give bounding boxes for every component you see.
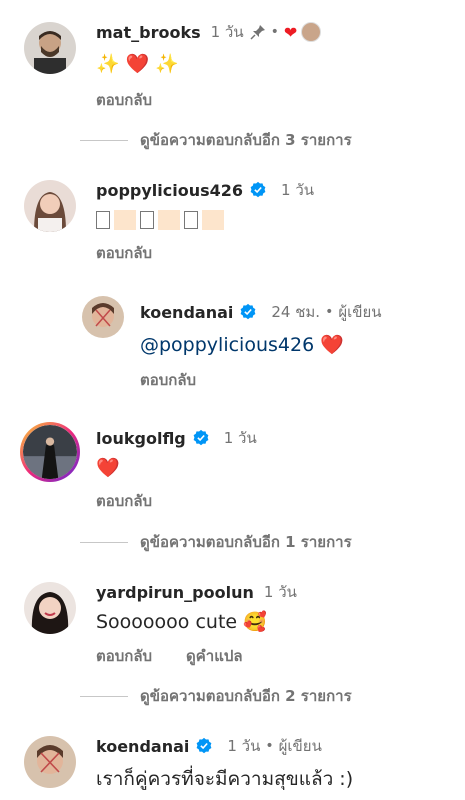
timestamp: 1 วัน: [227, 737, 261, 755]
heart-icon: ❤: [283, 22, 298, 42]
pin-icon: [250, 25, 265, 40]
comment-meta: koendanai 1 วัน • ผู้เขียน: [96, 734, 322, 758]
timestamp: 1 วัน: [210, 23, 244, 41]
verified-badge-icon: [250, 181, 266, 198]
unrendered-glyph: [140, 210, 154, 229]
verified-badge-icon: [196, 737, 212, 754]
creator-avatar-icon: [301, 22, 322, 42]
author-label: ผู้เขียน: [338, 303, 382, 321]
comment-meta: mat_brooks 1 วัน • ❤: [96, 20, 322, 44]
comment-text: @poppylicious426 ❤️: [140, 333, 344, 356]
separator-dot: •: [270, 24, 279, 40]
heart-icon: ❤️: [320, 334, 344, 356]
avatar[interactable]: [24, 582, 76, 634]
reply-button[interactable]: ตอบกลับ: [96, 88, 152, 112]
avatar[interactable]: [24, 22, 76, 74]
timestamp: 1 วัน: [263, 583, 297, 601]
comment-text: ❤️: [96, 457, 120, 479]
author-label: ผู้เขียน: [278, 737, 322, 755]
emoji-placeholder: [202, 209, 224, 230]
emoji-placeholder: [114, 209, 136, 230]
translate-button[interactable]: ดูคำแปล: [186, 644, 243, 668]
view-replies-label: ดูข้อความตอบกลับอีก 2 รายการ: [140, 687, 352, 705]
unrendered-glyph: [96, 210, 110, 229]
username[interactable]: mat_brooks: [96, 23, 201, 42]
comment-meta: poppylicious426 1 วัน: [96, 178, 314, 202]
comment-text: ✨ ❤️ ✨: [96, 53, 180, 75]
reply-button[interactable]: ตอบกลับ: [96, 644, 152, 668]
username[interactable]: koendanai: [140, 303, 233, 322]
mention-link[interactable]: @poppylicious426: [140, 334, 314, 356]
timestamp: 24 ชม.: [271, 303, 321, 321]
view-replies-button[interactable]: ดูข้อความตอบกลับอีก 2 รายการ: [80, 684, 352, 708]
view-replies-label: ดูข้อความตอบกลับอีก 3 รายการ: [140, 131, 352, 149]
divider-line: [80, 695, 128, 697]
avatar[interactable]: [82, 296, 124, 338]
username[interactable]: koendanai: [96, 737, 189, 756]
separator-dot: •: [325, 304, 334, 320]
view-replies-button[interactable]: ดูข้อความตอบกลับอีก 3 รายการ: [80, 128, 352, 152]
comment-meta: yardpirun_poolun 1 วัน: [96, 580, 297, 604]
avatar[interactable]: [24, 180, 76, 232]
username[interactable]: poppylicious426: [96, 181, 243, 200]
comment-meta: koendanai 24 ชม. • ผู้เขียน: [140, 300, 382, 324]
reply-button[interactable]: ตอบกลับ: [96, 489, 152, 513]
emoji-placeholder: [158, 209, 180, 230]
comment-text: เราก็คู่ควรที่จะมีความสุขแล้ว :): [96, 768, 354, 790]
unrendered-glyph: [184, 210, 198, 229]
verified-badge-icon: [193, 429, 209, 446]
divider-line: [80, 541, 128, 543]
username[interactable]: yardpirun_poolun: [96, 583, 254, 602]
avatar-story-ring[interactable]: [20, 422, 80, 482]
view-replies-label: ดูข้อความตอบกลับอีก 1 รายการ: [140, 533, 352, 551]
timestamp: 1 วัน: [281, 181, 315, 199]
comment-text: [96, 208, 228, 230]
username[interactable]: loukgolflg: [96, 429, 186, 448]
verified-badge-icon: [240, 303, 256, 320]
comment-meta: loukgolflg 1 วัน: [96, 426, 257, 450]
divider-line: [80, 139, 128, 141]
reply-button[interactable]: ตอบกลับ: [96, 241, 152, 265]
avatar[interactable]: [24, 736, 76, 788]
separator-dot: •: [265, 738, 274, 754]
reply-button[interactable]: ตอบกลับ: [140, 368, 196, 392]
view-replies-button[interactable]: ดูข้อความตอบกลับอีก 1 รายการ: [80, 530, 352, 554]
timestamp: 1 วัน: [223, 429, 257, 447]
comment-text: Sooooooo cute 🥰: [96, 611, 267, 633]
